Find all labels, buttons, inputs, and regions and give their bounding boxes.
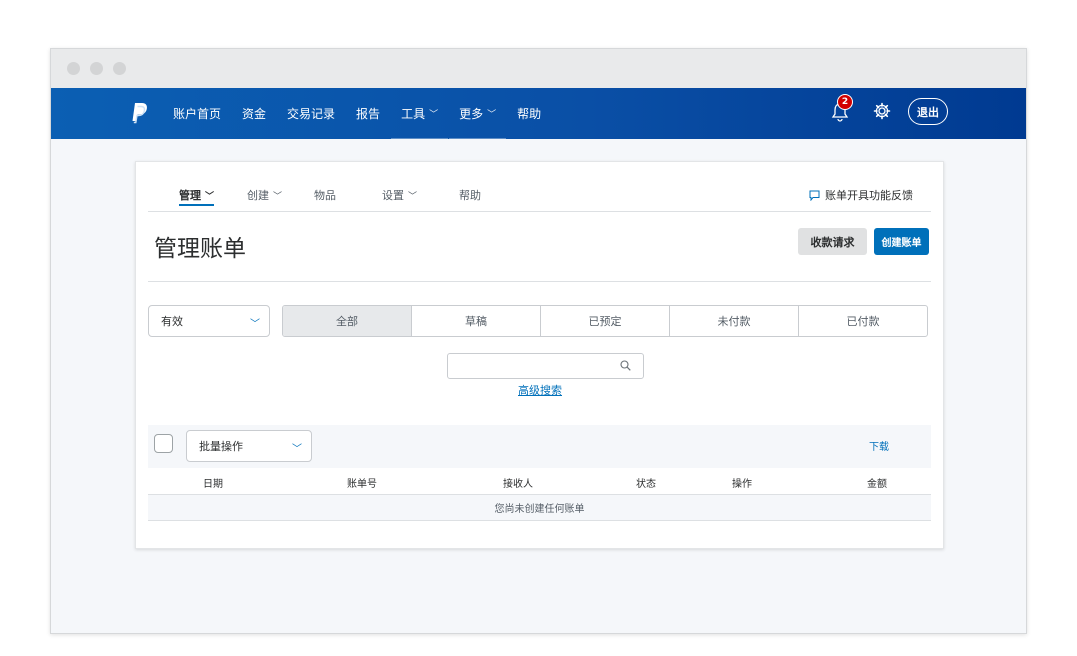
segment-unpaid[interactable]: 未付款 [670, 306, 799, 336]
column-header-amount[interactable]: 金额 [867, 475, 887, 490]
request-payment-button[interactable]: 收款请求 [798, 228, 867, 255]
divider [148, 281, 931, 282]
chevron-down-icon: ﹀ [487, 110, 497, 120]
tab-label: 设置 [382, 189, 404, 202]
nav-link-label: 工具 [401, 107, 426, 121]
tab-help[interactable]: 帮助 [459, 187, 481, 203]
nav-link-home[interactable]: 账户首页 [173, 88, 221, 139]
chevron-down-icon: ﹀ [429, 110, 439, 120]
nav-link-label: 资金 [242, 107, 267, 121]
create-invoice-button[interactable]: 创建账单 [874, 228, 929, 255]
segment-paid[interactable]: 已付款 [799, 306, 927, 336]
empty-table-message: 您尚未创建任何账单 [148, 495, 931, 521]
bulk-action-value: 批量操作 [199, 440, 243, 453]
chevron-down-icon: ﹀ [205, 191, 215, 202]
nav-link-reports[interactable]: 报告 [356, 88, 380, 139]
window-close-dot[interactable] [67, 62, 80, 75]
nav-link-label: 更多 [459, 107, 484, 121]
nav-links: 账户首页 资金 交易记录 报告 工具 ﹀ 更多 ﹀ 帮助 [173, 88, 562, 139]
select-all-checkbox[interactable] [154, 434, 173, 453]
status-dropdown-value: 有效 [161, 315, 183, 328]
column-header-date[interactable]: 日期 [203, 475, 223, 490]
gear-icon[interactable] [873, 102, 891, 120]
chevron-down-icon: ﹀ [250, 319, 260, 330]
feedback-link[interactable]: 账单开具功能反馈 [809, 187, 913, 203]
bulk-action-dropdown[interactable]: 批量操作 ﹀ [186, 430, 312, 462]
chevron-down-icon: ﹀ [273, 191, 283, 202]
feedback-label: 账单开具功能反馈 [825, 189, 913, 202]
segment-scheduled[interactable]: 已预定 [541, 306, 670, 336]
top-navbar: 账户首页 资金 交易记录 报告 工具 ﹀ 更多 ﹀ 帮助 2 退出 [51, 88, 1026, 139]
browser-window: 账户首页 资金 交易记录 报告 工具 ﹀ 更多 ﹀ 帮助 2 退出 管理 ﹀ 创建 ﹀ … [50, 48, 1027, 634]
tab-label: 物品 [314, 189, 336, 202]
nav-link-transactions[interactable]: 交易记录 [287, 88, 335, 139]
search-input[interactable] [447, 353, 644, 379]
table-toolbar: 批量操作 ﹀ 下载 [148, 425, 931, 468]
status-segmented-control: 全部 草稿 已预定 未付款 已付款 [282, 305, 928, 337]
tab-label: 管理 [179, 189, 201, 202]
advanced-search-link[interactable]: 高级搜索 [518, 382, 562, 398]
chat-bubble-icon [809, 190, 820, 201]
page-title: 管理账单 [154, 236, 246, 262]
search-icon[interactable] [620, 360, 631, 371]
tab-items[interactable]: 物品 [314, 187, 336, 203]
nav-link-help[interactable]: 帮助 [517, 88, 541, 139]
nav-link-funds[interactable]: 资金 [242, 88, 266, 139]
table-header: 日期 账单号 接收人 状态 操作 金额 [148, 470, 931, 495]
chevron-down-icon: ﹀ [292, 444, 302, 455]
window-minimize-dot[interactable] [90, 62, 103, 75]
tab-settings[interactable]: 设置 ﹀ [382, 187, 417, 203]
paypal-logo-icon[interactable] [131, 102, 149, 124]
sub-navigation: 管理 ﹀ 创建 ﹀ 物品 设置 ﹀ 帮助 账单开具功能反馈 [148, 162, 931, 212]
nav-link-tools[interactable]: 工具 ﹀ [391, 88, 449, 139]
nav-link-label: 报告 [356, 107, 381, 121]
column-header-actions: 操作 [732, 479, 752, 490]
tab-manage[interactable]: 管理 ﹀ [179, 187, 215, 206]
logout-button[interactable]: 退出 [908, 98, 948, 125]
invoice-card: 管理 ﹀ 创建 ﹀ 物品 设置 ﹀ 帮助 账单开具功能反馈 管理账单 收款请求 创建账… [135, 161, 944, 549]
nav-link-label: 交易记录 [287, 107, 336, 121]
window-maximize-dot[interactable] [113, 62, 126, 75]
tab-create[interactable]: 创建 ﹀ [247, 187, 282, 203]
column-header-recipient[interactable]: 接收人 [503, 475, 533, 490]
column-header-invoice-number[interactable]: 账单号 [347, 475, 377, 490]
tab-label: 创建 [247, 189, 269, 202]
segment-all[interactable]: 全部 [283, 306, 412, 336]
nav-link-label: 帮助 [517, 107, 542, 121]
segment-draft[interactable]: 草稿 [412, 306, 541, 336]
notification-badge: 2 [837, 94, 853, 110]
column-header-status[interactable]: 状态 [636, 475, 656, 490]
nav-link-label: 账户首页 [173, 107, 222, 121]
download-link[interactable]: 下载 [869, 438, 889, 453]
status-dropdown[interactable]: 有效 ﹀ [148, 305, 270, 337]
window-titlebar [51, 49, 1026, 88]
tab-label: 帮助 [459, 189, 481, 202]
nav-link-more[interactable]: 更多 ﹀ [449, 88, 507, 139]
chevron-down-icon: ﹀ [408, 191, 418, 202]
